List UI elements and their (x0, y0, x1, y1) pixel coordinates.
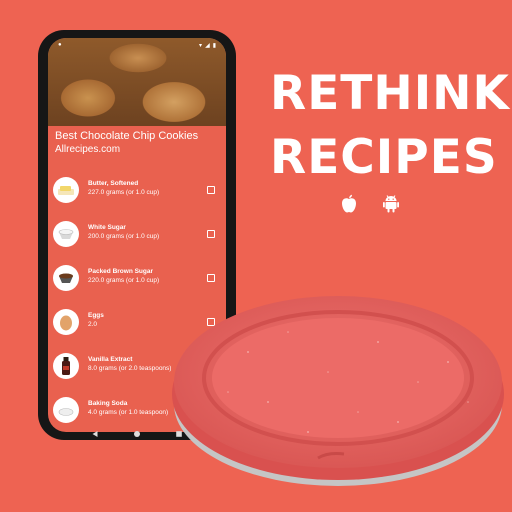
ingredient-checkbox[interactable] (207, 274, 215, 282)
tagline-line-2: RECIPES (270, 130, 498, 185)
ingredient-checkbox[interactable] (207, 230, 215, 238)
ingredient-name: White Sugar (88, 224, 126, 231)
ingredient-quantity: 8.0 grams (or 2.0 teaspoons) (88, 365, 172, 372)
tagline: RETHINK RECIPES (270, 62, 510, 190)
ingredient-quantity: 220.0 grams (or 1.0 cup) (88, 277, 160, 284)
ingredient-name: Butter, Softened (88, 180, 139, 187)
ingredient-name: Packed Brown Sugar (88, 268, 154, 275)
white-sugar-icon (53, 221, 79, 247)
brown-sugar-icon (53, 265, 79, 291)
signal-icon: ◢ (205, 42, 210, 49)
recipe-title: Best Chocolate Chip Cookies (55, 130, 199, 142)
ingredient-quantity: 227.0 grams (or 1.0 cup) (88, 189, 160, 196)
tagline-line-1: RETHINK (270, 66, 510, 121)
status-icons: ▾ ◢ ▮ (199, 42, 216, 49)
recipe-source[interactable]: Allrecipes.com (55, 144, 120, 155)
butter-icon (53, 177, 79, 203)
vanilla-icon (53, 353, 79, 379)
ingredient-checkbox[interactable] (207, 186, 215, 194)
ingredient-name: Eggs (88, 312, 104, 319)
baking-soda-icon (53, 397, 79, 423)
silicone-lid-image (172, 296, 504, 486)
back-icon[interactable] (91, 430, 99, 438)
platform-icons (340, 192, 400, 216)
ingredient-name: Baking Soda (88, 400, 128, 407)
ingredient-name: Vanilla Extract (88, 356, 133, 363)
ingredient-item[interactable]: Butter, Softened 227.0 grams (or 1.0 cup… (48, 176, 226, 220)
ingredient-quantity: 4.0 grams (or 1.0 teaspoon) (88, 409, 169, 416)
egg-icon (53, 309, 79, 335)
ingredient-item[interactable]: White Sugar 200.0 grams (or 1.0 cup) (48, 220, 226, 264)
battery-icon: ▮ (212, 42, 216, 49)
status-time-icon: ● (58, 42, 62, 48)
ingredient-quantity: 2.0 (88, 321, 98, 328)
home-icon[interactable] (133, 430, 141, 438)
status-bar: ● ▾ ◢ ▮ (48, 38, 226, 52)
apple-icon (342, 194, 356, 213)
wifi-icon: ▾ (199, 42, 203, 49)
ingredient-quantity: 200.0 grams (or 1.0 cup) (88, 233, 160, 240)
android-icon (383, 195, 399, 213)
